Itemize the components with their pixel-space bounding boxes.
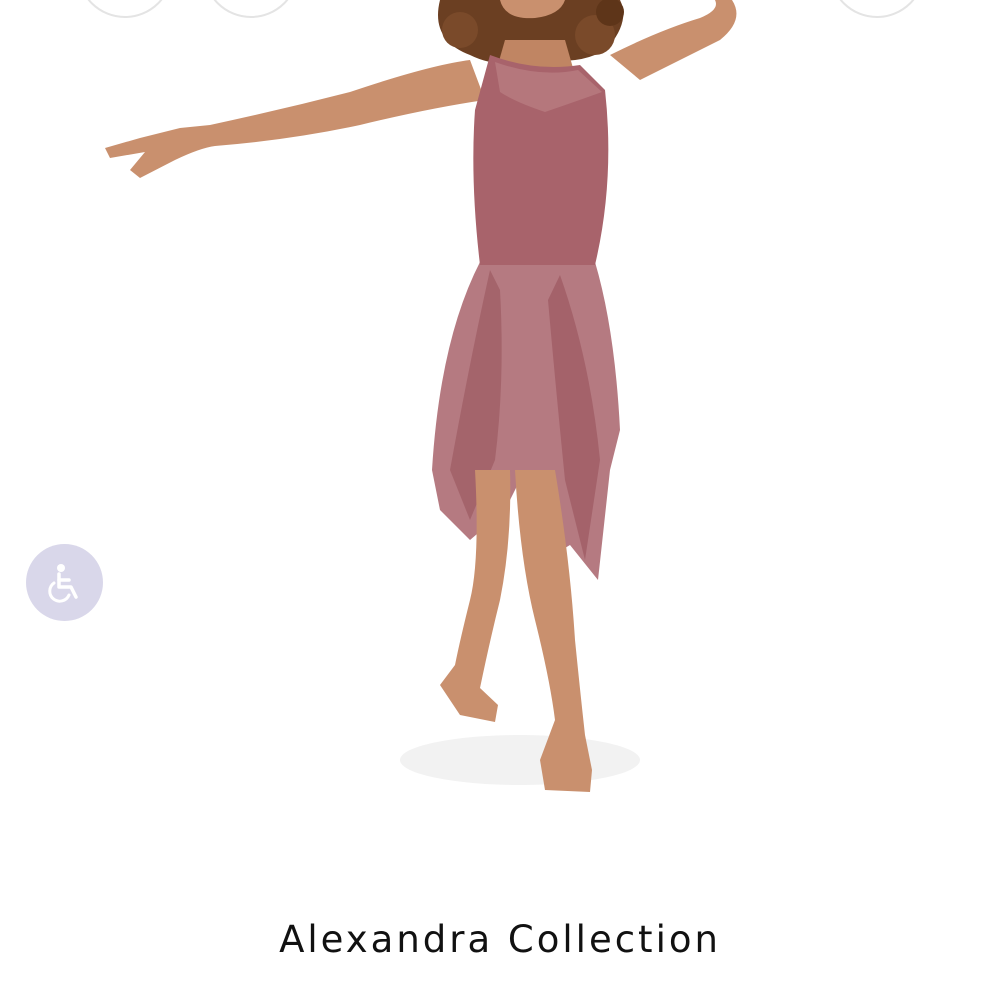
- collection-title: Alexandra Collection: [279, 918, 721, 961]
- accessibility-button[interactable]: [26, 544, 103, 621]
- raised-arm: [610, 0, 737, 80]
- wheelchair-icon: [47, 563, 78, 603]
- product-image[interactable]: [0, 0, 1000, 820]
- floor-shadow: [400, 735, 640, 785]
- product-page: Alexandra Collection: [0, 0, 1000, 1000]
- outstretched-arm: [105, 60, 485, 178]
